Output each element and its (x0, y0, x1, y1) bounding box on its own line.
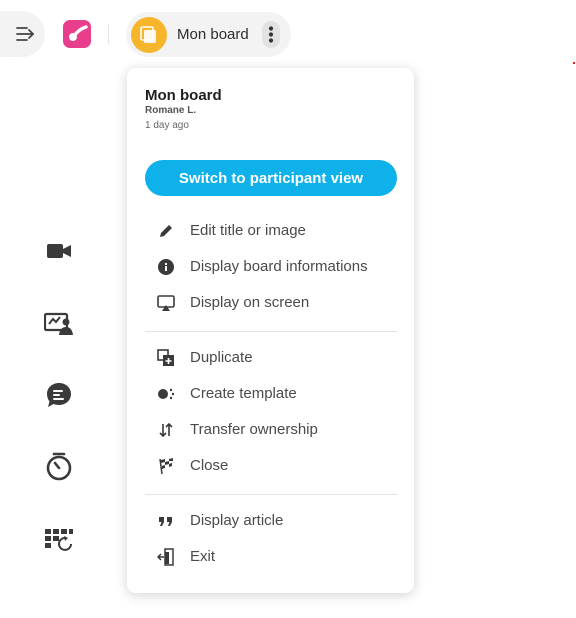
menu-item-label: Create template (190, 385, 297, 402)
info-icon (158, 259, 174, 275)
switch-participant-view-button[interactable]: Switch to participant view (145, 160, 397, 196)
grid-refresh-icon[interactable] (44, 524, 74, 554)
menu-item-label: Display board informations (190, 258, 368, 275)
duplicate-icon (157, 349, 174, 366)
quote-icon (159, 517, 172, 526)
menu-item-label: Display on screen (190, 294, 310, 311)
menu-item-display-screen[interactable]: Display on screen (145, 288, 397, 318)
checkered-flag-icon (159, 458, 173, 475)
app-logo[interactable] (63, 20, 91, 48)
menu-item-duplicate[interactable]: Duplicate (145, 343, 397, 373)
menu-separator (145, 494, 397, 495)
board-avatar[interactable] (131, 17, 167, 53)
menu-item-transfer-ownership[interactable]: Transfer ownership (145, 415, 397, 445)
menu-item-display-article[interactable]: Display article (145, 506, 397, 536)
video-camera-icon[interactable] (44, 236, 74, 266)
menu-board-title: Mon board (145, 87, 222, 104)
menu-item-label: Display article (190, 512, 284, 529)
transfer-icon (159, 422, 173, 438)
more-vertical-icon (268, 26, 274, 43)
menu-item-close[interactable]: Close (145, 451, 397, 481)
cursor-dot (573, 62, 575, 64)
menu-item-label: Duplicate (190, 349, 253, 366)
board-options-button[interactable] (262, 21, 280, 48)
menu-item-label: Exit (190, 548, 216, 565)
header-divider (108, 24, 109, 44)
menu-item-label: Transfer ownership (190, 421, 318, 438)
logo-icon (69, 25, 88, 41)
participants-board-icon[interactable] (44, 308, 74, 338)
board-name[interactable]: Mon board (177, 26, 249, 43)
menu-board-date: 1 day ago (145, 120, 189, 131)
menu-item-label: Edit title or image (190, 222, 306, 239)
timer-icon[interactable] (44, 452, 74, 482)
pencil-icon (160, 225, 172, 237)
menu-board-author: Romane L. (145, 105, 197, 116)
menu-item-exit[interactable]: Exit (145, 542, 397, 572)
exit-icon (157, 548, 174, 566)
menu-item-board-info[interactable]: Display board informations (145, 252, 397, 282)
collapse-menu-icon[interactable] (15, 25, 35, 43)
menu-item-edit-title[interactable]: Edit title or image (145, 216, 397, 246)
menu-separator (145, 331, 397, 332)
template-icon (158, 388, 175, 400)
menu-item-label: Close (190, 457, 229, 474)
screen-cast-icon (157, 295, 175, 311)
board-folder-icon (140, 26, 156, 43)
menu-item-create-template[interactable]: Create template (145, 379, 397, 409)
chat-icon[interactable] (44, 380, 74, 410)
board-options-menu: Mon board Romane L. 1 day ago Switch to … (127, 68, 414, 593)
